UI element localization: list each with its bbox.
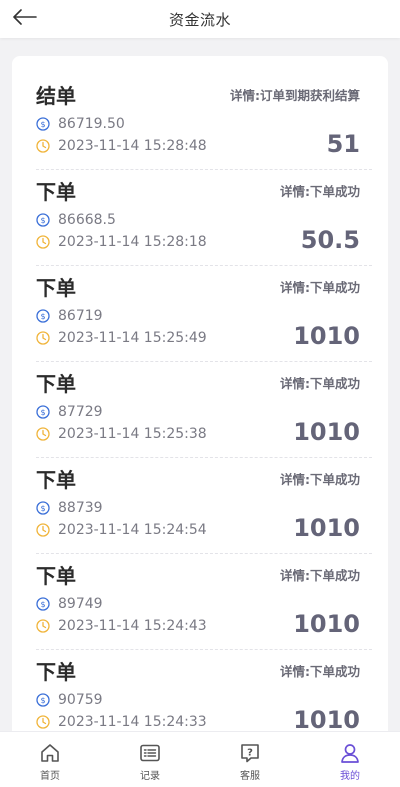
svg-text:$: $ [40,696,45,705]
svg-text:$: $ [40,600,45,609]
coin-icon: $ [36,693,50,707]
page-title: 资金流水 [168,10,231,29]
tab-mine[interactable]: 我的 [300,732,400,787]
record-price: 87729 [58,404,103,420]
record-price: 86719.50 [58,116,125,132]
coin-icon: $ [36,309,50,323]
coin-icon: $ [36,213,50,227]
svg-text:$: $ [40,216,45,225]
svg-text:?: ? [247,748,253,759]
coin-icon: $ [36,501,50,515]
record-type: 下单 [36,564,76,588]
fund-flow-list: 结单 详情:订单到期获利结算 $ 86719.50 2023-11-14 15:… [12,56,388,746]
record-type: 下单 [36,180,76,204]
tab-home[interactable]: 首页 [0,732,100,787]
record-type: 下单 [36,660,76,684]
clock-icon [36,523,50,537]
list-icon [139,742,161,764]
home-icon [39,742,61,764]
record-type: 结单 [36,84,76,108]
list-item: 下单 详情:下单成功 $ 89749 2023-11-14 15:24:43 1… [36,554,372,650]
coin-icon: $ [36,405,50,419]
top-navbar: 资金流水 [0,0,400,38]
record-type: 下单 [36,372,76,396]
arrow-left-icon [13,9,37,25]
record-detail: 详情:下单成功 [280,568,360,583]
record-detail: 详情:下单成功 [280,184,360,199]
record-type: 下单 [36,276,76,300]
tab-service[interactable]: ? 客服 [200,732,300,787]
record-time: 2023-11-14 15:24:33 [58,714,207,730]
record-price: 89749 [58,596,103,612]
record-amount: 1010 [293,418,360,446]
list-item: 下单 详情:下单成功 $ 88739 2023-11-14 15:24:54 1… [36,458,372,554]
clock-icon [36,331,50,345]
tab-label: 首页 [40,771,60,782]
record-detail: 详情:下单成功 [280,280,360,295]
record-price: 86719 [58,308,103,324]
record-detail: 详情:下单成功 [280,376,360,391]
record-time: 2023-11-14 15:25:49 [58,330,207,346]
record-detail: 详情:下单成功 [280,472,360,487]
record-price: 88739 [58,500,103,516]
record-time: 2023-11-14 15:28:18 [58,234,207,250]
list-item: 结单 详情:订单到期获利结算 $ 86719.50 2023-11-14 15:… [36,74,372,170]
back-button[interactable] [10,4,40,30]
record-amount: 1010 [293,322,360,350]
record-detail: 详情:订单到期获利结算 [230,88,360,103]
record-amount: 1010 [293,610,360,638]
record-time: 2023-11-14 15:28:48 [58,138,207,154]
clock-icon [36,619,50,633]
svg-text:$: $ [40,312,45,321]
record-price: 86668.5 [58,212,116,228]
svg-text:$: $ [40,408,45,417]
coin-icon: $ [36,597,50,611]
list-item: 下单 详情:下单成功 $ 87729 2023-11-14 15:25:38 1… [36,362,372,458]
record-time: 2023-11-14 15:24:54 [58,522,207,538]
list-item: 下单 详情:下单成功 $ 86668.5 2023-11-14 15:28:18… [36,170,372,266]
bottom-tabbar: 首页 记录 ? 客服 我的 [0,731,400,787]
clock-icon [36,235,50,249]
record-amount: 1010 [293,514,360,542]
clock-icon [36,715,50,729]
clock-icon [36,139,50,153]
tab-label: 我的 [340,771,360,782]
record-amount: 51 [326,130,360,158]
tab-label: 记录 [140,771,160,782]
record-time: 2023-11-14 15:24:43 [58,618,207,634]
record-price: 90759 [58,692,103,708]
user-icon [339,742,361,764]
record-type: 下单 [36,468,76,492]
coin-icon: $ [36,117,50,131]
help-chat-icon: ? [239,742,261,764]
tab-records[interactable]: 记录 [100,732,200,787]
record-time: 2023-11-14 15:25:38 [58,426,207,442]
svg-text:$: $ [40,120,45,129]
svg-text:$: $ [40,504,45,513]
clock-icon [36,427,50,441]
record-amount: 1010 [293,706,360,734]
record-amount: 50.5 [300,226,360,254]
record-detail: 详情:下单成功 [280,664,360,679]
tab-label: 客服 [240,771,260,782]
list-item: 下单 详情:下单成功 $ 86719 2023-11-14 15:25:49 1… [36,266,372,362]
